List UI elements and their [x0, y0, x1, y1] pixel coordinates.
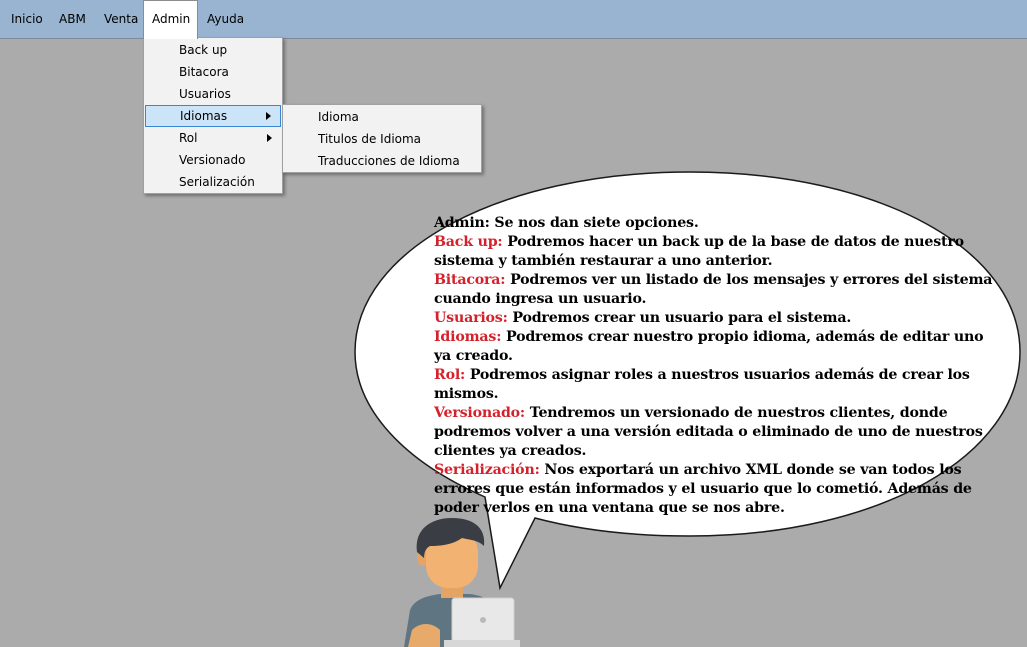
- idiomas-submenu: Idioma Titulos de Idioma Traducciones de…: [282, 104, 482, 173]
- menu-item-bitacora[interactable]: Bitacora: [145, 61, 281, 83]
- menu-item-idiomas[interactable]: Idiomas: [145, 105, 281, 127]
- menu-item-label: Back up: [179, 43, 228, 57]
- menu-item-label: Bitacora: [179, 65, 229, 79]
- menu-item-back-up[interactable]: Back up: [145, 39, 281, 61]
- submenu-item-idioma[interactable]: Idioma: [284, 106, 480, 128]
- menu-item-rol[interactable]: Rol: [145, 127, 281, 149]
- menu-item-serializacion[interactable]: Serialización: [145, 171, 281, 193]
- submenu-arrow-icon: [267, 134, 272, 142]
- submenu-arrow-icon: [266, 112, 271, 120]
- menu-item-label: Titulos de Idioma: [318, 132, 422, 146]
- menu-item-label: Idioma: [318, 110, 359, 124]
- menu-item-label: Idiomas: [180, 109, 228, 123]
- menu-item-label: Versionado: [179, 153, 246, 167]
- menu-item-label: Usuarios: [179, 87, 231, 101]
- menu-item-label: Rol: [179, 131, 198, 145]
- menu-item-label: Serialización: [179, 175, 255, 189]
- menu-item-label: Traducciones de Idioma: [318, 154, 460, 168]
- admin-dropdown-menu: Back up Bitacora Usuarios Idiomas Rol Ve…: [143, 37, 283, 194]
- menu-item-versionado[interactable]: Versionado: [145, 149, 281, 171]
- menu-admin[interactable]: Admin: [143, 0, 198, 39]
- menu-item-usuarios[interactable]: Usuarios: [145, 83, 281, 105]
- submenu-item-traducciones-de-idioma[interactable]: Traducciones de Idioma: [284, 150, 480, 172]
- submenu-item-titulos-de-idioma[interactable]: Titulos de Idioma: [284, 128, 480, 150]
